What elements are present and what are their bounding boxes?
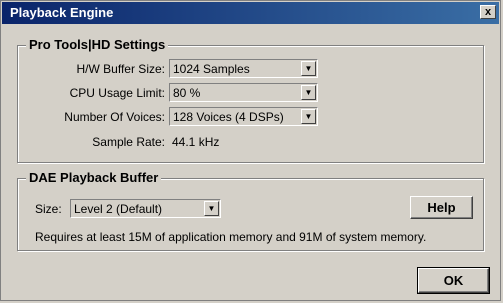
buffer-size-value: Level 2 (Default) [74, 201, 163, 216]
dae-buffer-group-title: DAE Playback Buffer [26, 170, 162, 185]
voices-value: 128 Voices (4 DSPs) [173, 109, 284, 124]
voices-select[interactable]: 128 Voices (4 DSPs) ▼ [169, 107, 318, 126]
help-button[interactable]: Help [410, 196, 473, 219]
hw-buffer-label: H/W Buffer Size: [76, 62, 165, 76]
cpu-usage-select[interactable]: 80 % ▼ [169, 83, 318, 102]
chevron-down-icon: ▼ [301, 85, 316, 100]
size-label: Size: [35, 202, 62, 216]
window-title: Playback Engine [10, 5, 114, 20]
ok-button-label: OK [443, 273, 464, 288]
title-bar[interactable]: Playback Engine x [2, 2, 499, 24]
cpu-usage-value: 80 % [173, 85, 201, 100]
cpu-usage-label: CPU Usage Limit: [69, 86, 165, 100]
chevron-down-icon: ▼ [204, 201, 219, 216]
hw-buffer-value: 1024 Samples [173, 61, 250, 76]
playback-engine-dialog: Playback Engine x Pro Tools|HD Settings … [0, 0, 501, 301]
help-button-label: Help [427, 200, 456, 215]
hw-buffer-select[interactable]: 1024 Samples ▼ [169, 59, 318, 78]
settings-group-title: Pro Tools|HD Settings [26, 37, 169, 52]
close-button[interactable]: x [480, 5, 496, 19]
sample-rate-value: 44.1 kHz [172, 135, 220, 149]
sample-rate-label: Sample Rate: [92, 135, 165, 149]
ok-button[interactable]: OK [417, 267, 490, 294]
close-icon: x [484, 5, 492, 18]
memory-requirement-note: Requires at least 15M of application mem… [35, 230, 427, 244]
chevron-down-icon: ▼ [301, 109, 316, 124]
buffer-size-select[interactable]: Level 2 (Default) ▼ [70, 199, 221, 218]
chevron-down-icon: ▼ [301, 61, 316, 76]
voices-label: Number Of Voices: [64, 110, 165, 124]
